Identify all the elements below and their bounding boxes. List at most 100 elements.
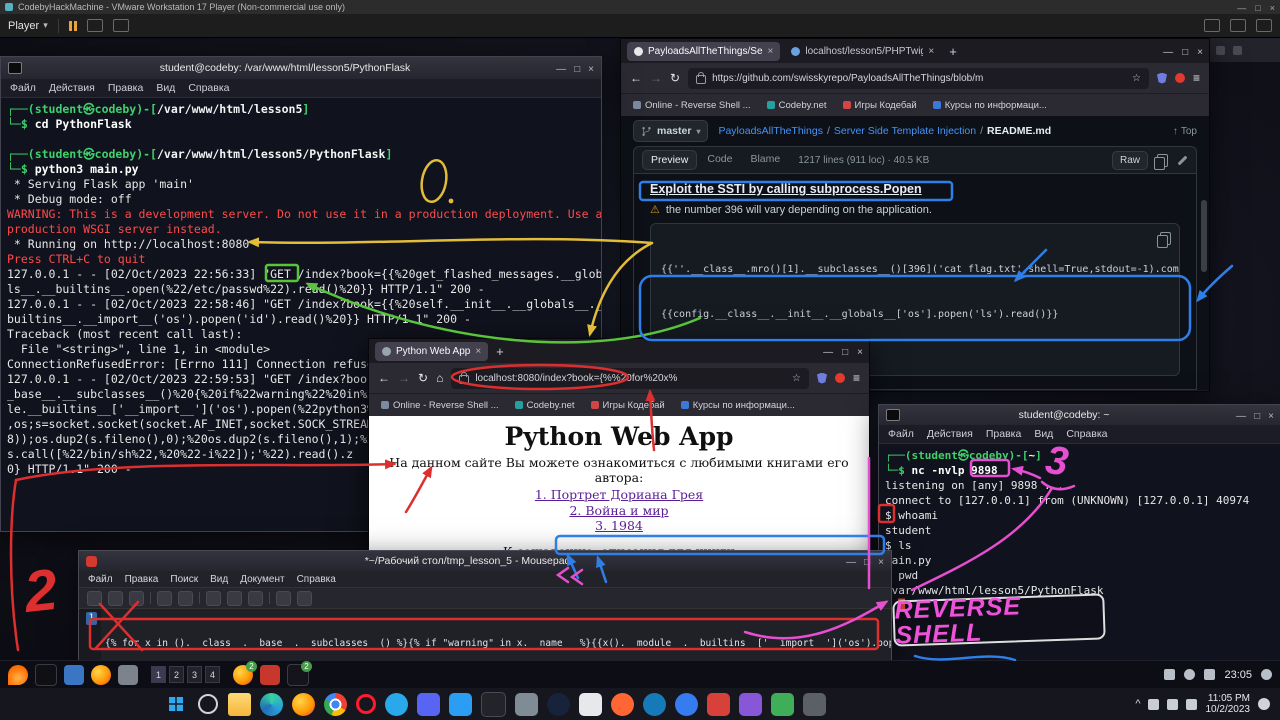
- menu-item[interactable]: Справка: [1066, 428, 1107, 440]
- window-control[interactable]: ×: [878, 557, 884, 568]
- steam-icon[interactable]: [547, 693, 570, 716]
- copy-icon[interactable]: [1157, 154, 1168, 167]
- notepad-icon[interactable]: [579, 693, 602, 716]
- view-tab[interactable]: Preview: [642, 150, 697, 170]
- menu-item[interactable]: Действия: [49, 82, 95, 94]
- edit-icon[interactable]: [1178, 155, 1188, 165]
- telegram-icon[interactable]: [385, 693, 408, 716]
- volume-icon[interactable]: [1184, 669, 1195, 680]
- opera-icon[interactable]: [356, 694, 376, 714]
- tab-python-web-app[interactable]: Python Web App ×: [375, 342, 488, 361]
- home-button[interactable]: ⌂: [436, 371, 443, 385]
- book-link-3[interactable]: 3. 1984: [369, 518, 869, 534]
- url-bar[interactable]: localhost:8080/index?book={%%20for%20x% …: [451, 368, 809, 389]
- window-control[interactable]: —: [1163, 47, 1173, 58]
- unity-icon[interactable]: [1204, 19, 1220, 32]
- vm-clock[interactable]: 23:05: [1224, 669, 1252, 681]
- new-document-icon[interactable]: [87, 591, 102, 606]
- network-icon[interactable]: [1204, 669, 1215, 680]
- new-tab-button[interactable]: +: [492, 344, 508, 359]
- forward-button[interactable]: →: [398, 371, 410, 385]
- menu-button[interactable]: ≡: [853, 371, 860, 385]
- menu-item[interactable]: Действия: [927, 428, 973, 440]
- heading-subprocess-popen[interactable]: Exploit the SSTI by calling subprocess.P…: [650, 182, 1180, 196]
- wireshark-icon[interactable]: [643, 693, 666, 716]
- bookmark-item[interactable]: Online - Reverse Shell ...: [633, 100, 751, 111]
- discord-icon[interactable]: [417, 693, 440, 716]
- taskbar-app-icon[interactable]: [707, 693, 730, 716]
- applications-menu-icon[interactable]: [8, 665, 28, 685]
- undo-icon[interactable]: [157, 591, 172, 606]
- network-icon[interactable]: [1148, 699, 1159, 710]
- url-bar[interactable]: https://github.com/swisskyrepo/PayloadsA…: [688, 68, 1149, 89]
- vmware-app-icon[interactable]: [515, 693, 538, 716]
- snapshot-icon[interactable]: [1230, 19, 1246, 32]
- kali-app-icon[interactable]: [675, 693, 698, 716]
- workspace-button[interactable]: 2: [169, 666, 184, 683]
- editor-titlebar[interactable]: *~/Рабочий стол/tmp_lesson_5 - Mousepad …: [79, 551, 891, 571]
- book-link-1[interactable]: 1. Портрет Дориана Грея: [369, 487, 869, 503]
- menu-item[interactable]: Правка: [108, 82, 143, 94]
- bookmark-item[interactable]: Игры Кодебай: [591, 400, 665, 411]
- editor-launcher-icon[interactable]: [118, 665, 138, 685]
- cut-icon[interactable]: [206, 591, 221, 606]
- volume-icon[interactable]: [1167, 699, 1178, 710]
- bookmark-item[interactable]: Codeby.net: [767, 100, 827, 111]
- save-icon[interactable]: [129, 591, 144, 606]
- mousepad-window-button[interactable]: [260, 665, 280, 685]
- window-control[interactable]: □: [864, 557, 870, 568]
- scrollbar[interactable]: [1201, 200, 1207, 272]
- clock[interactable]: 11:05 PM 10/2/2023: [1205, 693, 1250, 715]
- paste-icon[interactable]: [248, 591, 263, 606]
- window-control[interactable]: —: [846, 557, 856, 568]
- workspace-button[interactable]: 1: [151, 666, 166, 683]
- start-button[interactable]: [164, 693, 187, 716]
- copy-icon[interactable]: [1160, 232, 1171, 245]
- power-icon[interactable]: [1261, 669, 1272, 680]
- editor-window[interactable]: *~/Рабочий стол/tmp_lesson_5 - Mousepad …: [78, 550, 892, 662]
- window-control[interactable]: □: [1255, 3, 1260, 13]
- bookmark-star-icon[interactable]: ☆: [792, 373, 801, 384]
- menu-item[interactable]: Справка: [297, 574, 336, 585]
- extension-icon[interactable]: [835, 373, 845, 383]
- window-control[interactable]: □: [1182, 47, 1188, 58]
- window-control[interactable]: —: [823, 347, 833, 358]
- window-control[interactable]: ×: [1270, 3, 1275, 13]
- breadcrumb-folder[interactable]: Server Side Template Injection: [834, 125, 976, 137]
- menu-item[interactable]: Документ: [240, 574, 284, 585]
- open-icon[interactable]: [108, 591, 123, 606]
- terminal-app-icon[interactable]: [481, 692, 506, 717]
- hidden-icons-button[interactable]: ^: [1135, 698, 1140, 710]
- back-button[interactable]: ←: [630, 71, 642, 85]
- menu-item[interactable]: Правка: [986, 428, 1021, 440]
- firefox-icon[interactable]: [292, 693, 315, 716]
- window-control[interactable]: □: [574, 64, 580, 75]
- search-icon[interactable]: [276, 591, 291, 606]
- menu-item[interactable]: Поиск: [170, 574, 198, 585]
- breadcrumb-repo[interactable]: PayloadsAllTheThings: [718, 125, 822, 137]
- player-menu[interactable]: Player ▾: [8, 20, 48, 32]
- new-tab-button[interactable]: +: [945, 44, 961, 59]
- menu-item[interactable]: Правка: [125, 574, 159, 585]
- suspend-vm-icon[interactable]: [69, 21, 77, 31]
- book-link-2[interactable]: 2. Война и мир: [369, 503, 869, 519]
- browser-window-webapp[interactable]: Python Web App × + —□× ← → ↻ ⌂ localhost…: [368, 338, 870, 580]
- menu-item[interactable]: Файл: [88, 574, 113, 585]
- tab-payloadsallthethings[interactable]: PayloadsAllTheThings/Se ×: [627, 42, 780, 61]
- menu-button[interactable]: ≡: [1193, 71, 1200, 85]
- redo-icon[interactable]: [178, 591, 193, 606]
- window-control[interactable]: □: [1254, 411, 1260, 422]
- window-control[interactable]: —: [1237, 3, 1246, 13]
- taskbar-app-icon[interactable]: [803, 693, 826, 716]
- tab-localhost-phptwig[interactable]: localhost/lesson5/PHPTwigl ×: [784, 42, 941, 61]
- window-control[interactable]: ×: [1197, 47, 1203, 58]
- menu-item[interactable]: Вид: [210, 574, 228, 585]
- terminal-output[interactable]: ┌──(student㉿codeby)-[~]└─$ nc -nvlp 9898…: [879, 444, 1280, 617]
- battery-icon[interactable]: [1186, 699, 1197, 710]
- window-control[interactable]: —: [1236, 411, 1246, 422]
- reload-button[interactable]: ↻: [670, 71, 680, 85]
- extension-shield-icon[interactable]: [1157, 73, 1167, 84]
- terminal-window-button[interactable]: 2: [287, 664, 309, 686]
- keyboard-icon[interactable]: [1164, 669, 1175, 680]
- back-button[interactable]: ←: [378, 371, 390, 385]
